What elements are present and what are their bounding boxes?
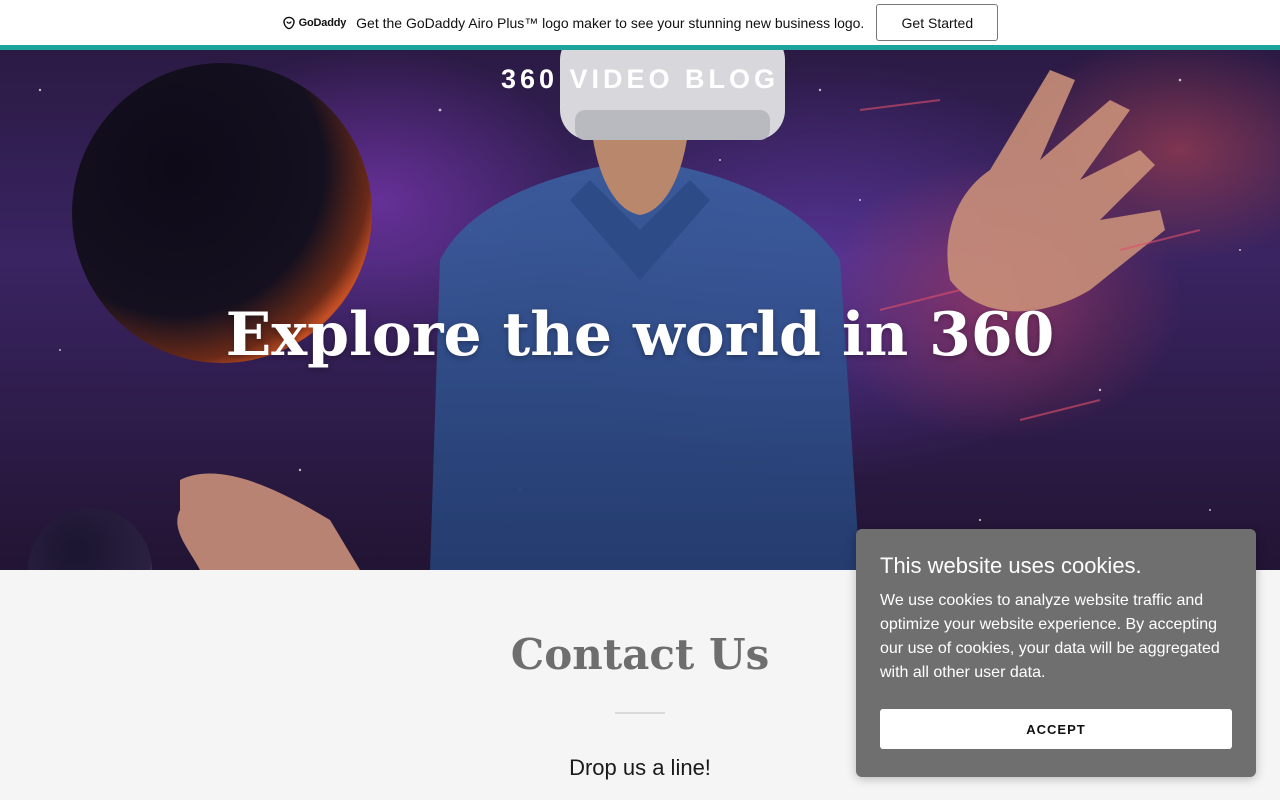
get-started-button[interactable]: Get Started [876, 4, 999, 41]
site-title[interactable]: 360 VIDEO BLOG [0, 64, 1280, 95]
godaddy-logo-text: GoDaddy [298, 16, 347, 29]
cookie-body: We use cookies to analyze website traffi… [880, 592, 1220, 681]
hero-section: 360 VIDEO BLOG Explore the world in 360 [0, 50, 1280, 570]
godaddy-logo-icon [282, 16, 295, 29]
cookie-banner: This website uses cookies. We use cookie… [856, 529, 1256, 777]
section-divider [615, 712, 665, 714]
promo-message: Get the GoDaddy Airo Plus™ logo maker to… [356, 14, 865, 31]
hero-heading: Explore the world in 360 [225, 300, 1055, 370]
cookie-title: This website uses cookies. [880, 553, 1142, 578]
accept-cookies-button[interactable]: ACCEPT [880, 709, 1232, 749]
godaddy-logo[interactable]: GoDaddy [282, 16, 347, 30]
promo-banner: GoDaddy Get the GoDaddy Airo Plus™ logo … [0, 0, 1280, 45]
